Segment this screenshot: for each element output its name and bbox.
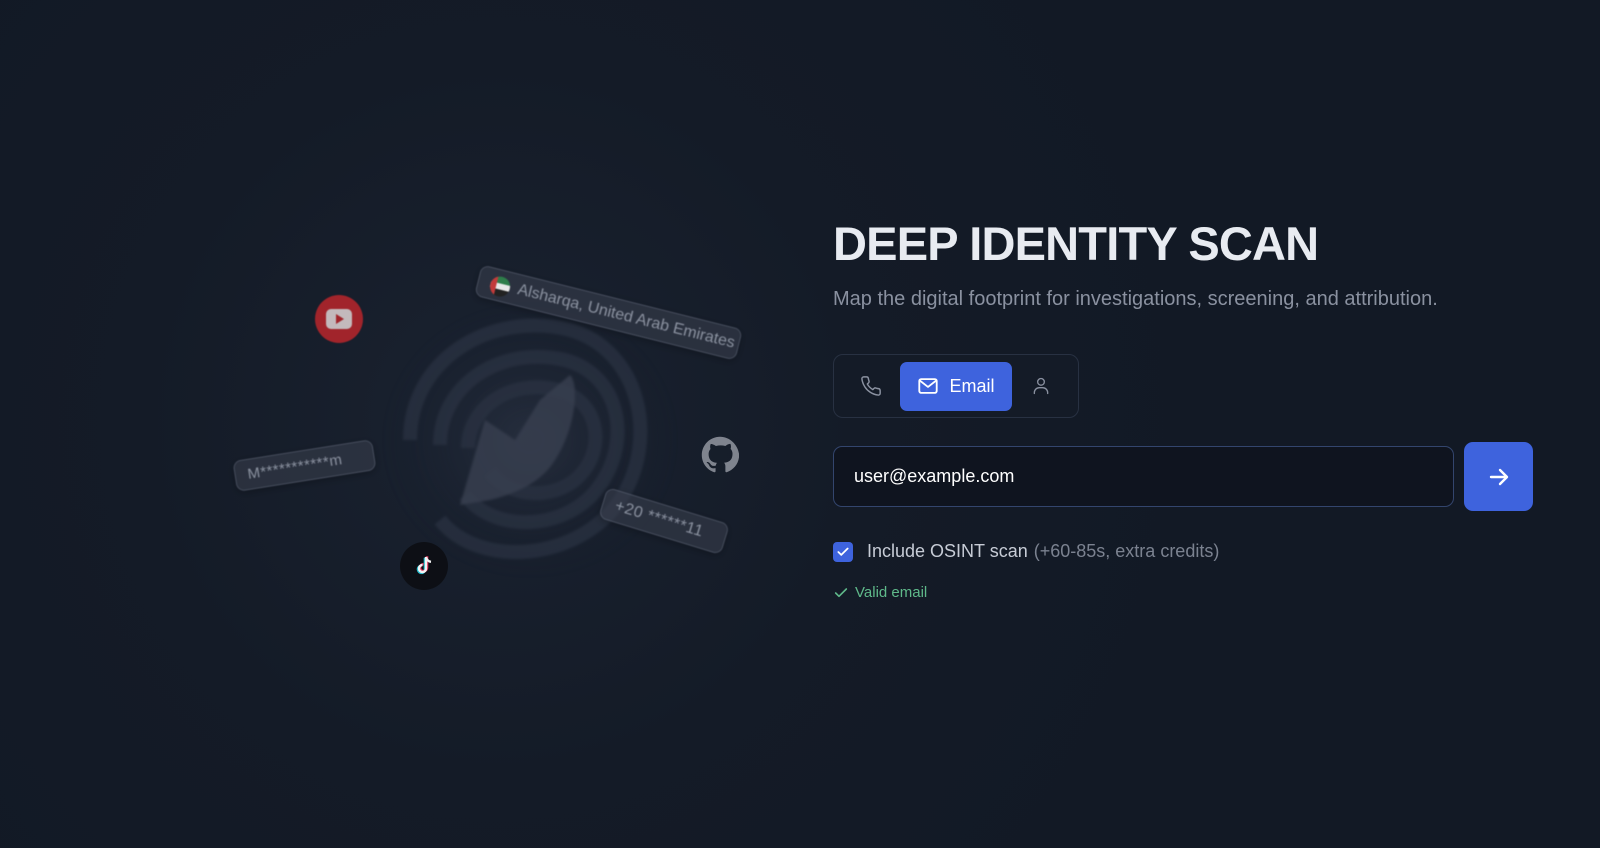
submit-button[interactable] [1464,442,1533,511]
uae-flag-icon [487,274,513,299]
tab-person[interactable] [1012,362,1070,410]
osint-checkbox[interactable] [833,541,853,562]
arrow-right-icon [1489,468,1508,485]
tab-email[interactable]: Email [899,361,1013,411]
page: Alsharqa, United Arab Emirates M********… [0,0,1600,848]
mail-icon [918,378,939,394]
osint-label-group[interactable]: Include OSINT scan (+60-85s, extra credit… [867,541,1219,562]
identity-illustration: Alsharqa, United Arab Emirates M********… [220,220,760,620]
youtube-icon [315,295,363,343]
scan-panel: DEEP IDENTITY SCAN Map the digital footp… [833,218,1533,601]
email-input[interactable] [833,446,1455,507]
validation-message: Valid email [833,584,1533,601]
github-icon [700,435,740,475]
tab-phone[interactable] [842,362,900,410]
check-icon [834,587,848,597]
check-icon [837,547,849,556]
page-title: DEEP IDENTITY SCAN [833,217,1319,270]
page-subtitle: Map the digital footprint for investigat… [833,288,1438,310]
validation-text: Valid email [855,584,928,601]
user-icon [1033,377,1049,395]
osint-label: Include OSINT scan [867,541,1028,561]
phone-icon [861,376,881,396]
search-row [833,442,1533,511]
tab-email-label: Email [949,375,995,396]
masked-email-chip: M***********m [232,439,377,492]
osint-option: Include OSINT scan (+60-85s, extra credit… [833,541,1533,562]
search-type-tabs: Email [833,354,1079,418]
osint-note: (+60-85s, extra credits) [1033,541,1220,561]
masked-email-text: M***********m [246,451,344,483]
tiktok-icon [400,542,448,590]
